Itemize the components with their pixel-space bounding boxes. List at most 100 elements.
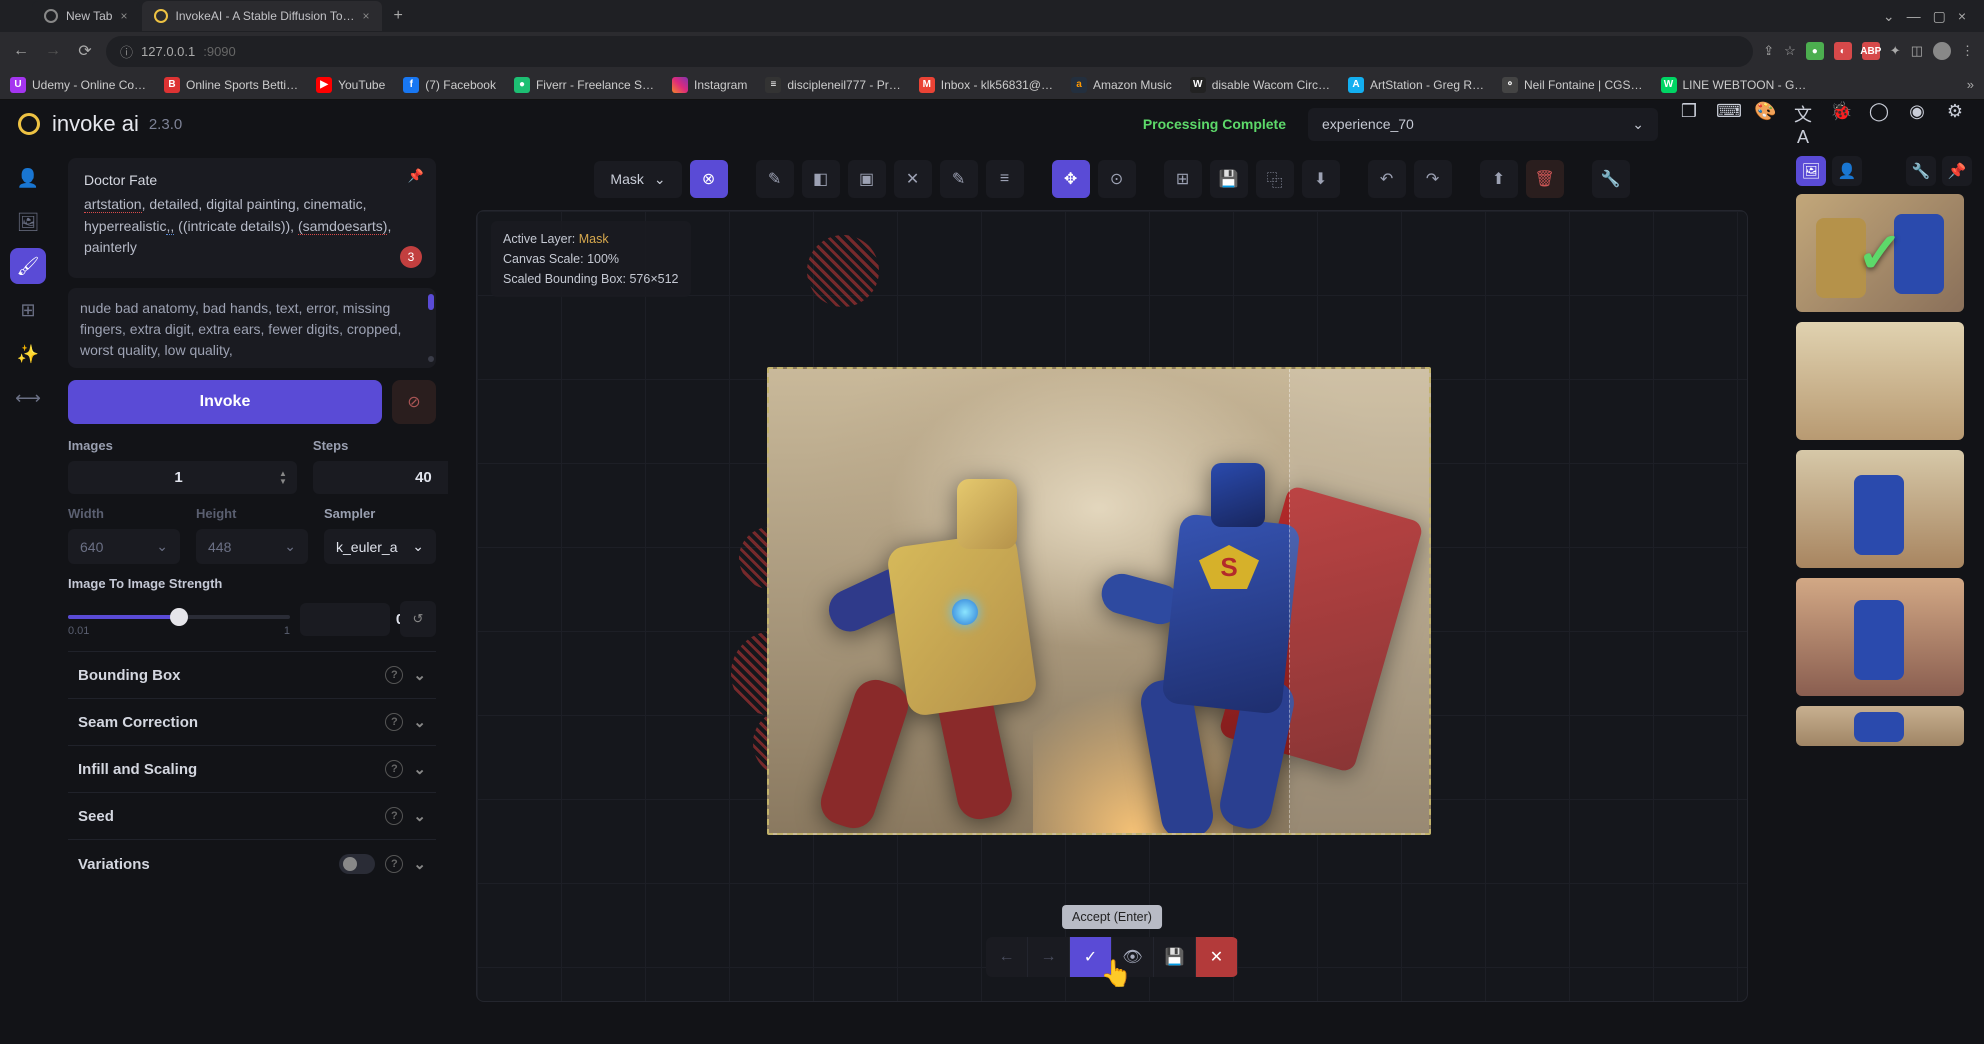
gallery-thumb[interactable] — [1796, 578, 1964, 696]
postprocess-tab[interactable]: ✨ — [10, 336, 46, 372]
options-button[interactable]: ≡ — [986, 160, 1024, 198]
gallery-settings-button[interactable]: 🔧 — [1906, 156, 1936, 186]
bookmark[interactable]: Instagram — [672, 77, 747, 93]
palette-icon[interactable]: 🎨 — [1754, 101, 1776, 148]
model-select[interactable]: experience_70 ⌄ — [1308, 108, 1658, 141]
keyboard-icon[interactable]: ⌨ — [1716, 101, 1738, 148]
extension-icon[interactable]: ● — [1806, 42, 1824, 60]
mask-enable-button[interactable]: ⊗ — [690, 160, 728, 198]
forward-button[interactable]: → — [42, 42, 64, 60]
images-input[interactable]: ▲▼ — [68, 461, 297, 494]
seam-correction-accordion[interactable]: Seam Correction?⌄ — [68, 698, 436, 745]
bounding-box-overlay[interactable] — [1289, 369, 1429, 833]
cancel-button[interactable]: ⊘ — [392, 380, 436, 424]
browser-tab[interactable]: New Tab × — [32, 1, 140, 31]
invoke-button[interactable]: Invoke — [68, 380, 382, 424]
toggle-visibility-button[interactable]: 👁 — [1112, 937, 1154, 977]
gallery-results-tab[interactable]: 🖼 — [1796, 156, 1826, 186]
download-button[interactable]: ⬇ — [1302, 160, 1340, 198]
fill-tool[interactable]: ▣ — [848, 160, 886, 198]
reset-view-button[interactable]: ⊙ — [1098, 160, 1136, 198]
help-icon[interactable]: ? — [385, 760, 403, 778]
gallery-thumb[interactable] — [1796, 706, 1964, 746]
share-icon[interactable]: ⇪ — [1763, 43, 1774, 59]
canvas[interactable]: Active Layer: Mask Canvas Scale: 100% Sc… — [476, 210, 1748, 1002]
scrollbar-thumb[interactable] — [428, 294, 434, 310]
merge-button[interactable]: ⊞ — [1164, 160, 1202, 198]
bookmark[interactable]: AArtStation - Greg R… — [1348, 77, 1484, 93]
bookmark[interactable]: BOnline Sports Betti… — [164, 77, 298, 93]
clear-canvas-button[interactable]: 🗑 — [1526, 160, 1564, 198]
help-icon[interactable]: ? — [385, 855, 403, 873]
clear-tool[interactable]: ✕ — [894, 160, 932, 198]
cube-icon[interactable]: ❒ — [1678, 101, 1700, 148]
bookmark[interactable]: ⚬Neil Fontaine | CGS… — [1502, 77, 1643, 93]
bookmark[interactable]: f(7) Facebook — [403, 77, 496, 93]
gallery-pin-button[interactable]: 📌 — [1942, 156, 1972, 186]
bookmark[interactable]: ▶YouTube — [316, 77, 385, 93]
slider-thumb[interactable] — [170, 608, 188, 626]
i2i-strength-slider[interactable] — [68, 615, 290, 619]
redo-button[interactable]: ↷ — [1414, 160, 1452, 198]
github-icon[interactable]: ◯ — [1868, 101, 1890, 148]
bookmark[interactable]: ≡discipleneil777 - Pr… — [765, 77, 900, 93]
txt2img-tab[interactable]: 👤 — [10, 160, 46, 196]
copy-button[interactable]: ⿻ — [1256, 160, 1294, 198]
variations-accordion[interactable]: Variations?⌄ — [68, 839, 436, 888]
sidepanel-icon[interactable]: ◫ — [1911, 43, 1923, 59]
pin-icon[interactable]: 📌 — [408, 168, 424, 184]
url-input[interactable]: ⓘ 127.0.0.1:9090 — [106, 36, 1753, 67]
reload-button[interactable]: ⟳ — [74, 41, 96, 61]
bug-icon[interactable]: 🐞 — [1830, 101, 1852, 148]
steps-input[interactable]: ▲▼ — [313, 461, 448, 494]
bookmark[interactable]: aAmazon Music — [1071, 77, 1172, 93]
canvas-tab[interactable]: 🖌 — [10, 248, 46, 284]
close-icon[interactable]: × — [120, 9, 127, 23]
infill-scaling-accordion[interactable]: Infill and Scaling?⌄ — [68, 745, 436, 792]
upload-button[interactable]: ⬆ — [1480, 160, 1518, 198]
close-icon[interactable]: × — [363, 9, 370, 23]
maximize-icon[interactable]: ▢ — [1933, 8, 1946, 25]
gallery-user-tab[interactable]: 👤 — [1832, 156, 1862, 186]
save-button[interactable]: 💾 — [1210, 160, 1248, 198]
spinner-icon[interactable]: ▲▼ — [279, 470, 287, 486]
new-tab-button[interactable]: + — [384, 7, 413, 25]
language-icon[interactable]: 文A — [1792, 101, 1814, 148]
help-icon[interactable]: ? — [385, 807, 403, 825]
bookmark[interactable]: ●Fiverr - Freelance S… — [514, 77, 654, 93]
close-window-icon[interactable]: × — [1958, 8, 1966, 25]
bounding-box-accordion[interactable]: Bounding Box?⌄ — [68, 651, 436, 698]
back-button[interactable]: ← — [10, 42, 32, 60]
gallery-thumb[interactable]: ✓ — [1796, 194, 1964, 312]
img2img-tab[interactable]: 🖼 — [10, 204, 46, 240]
menu-icon[interactable]: ⋮ — [1961, 43, 1974, 59]
canvas-settings-button[interactable]: 🔧 — [1592, 160, 1630, 198]
move-tool[interactable]: ✥ — [1052, 160, 1090, 198]
seed-accordion[interactable]: Seed?⌄ — [68, 792, 436, 839]
layer-select[interactable]: Mask⌄ — [594, 161, 681, 198]
extensions-icon[interactable]: ✦ — [1890, 43, 1901, 59]
prev-button[interactable]: ← — [986, 937, 1028, 977]
gallery-thumb[interactable] — [1796, 322, 1964, 440]
generated-image[interactable]: S — [767, 367, 1431, 835]
discard-button[interactable]: ✕ — [1196, 937, 1238, 977]
variations-toggle[interactable] — [339, 854, 375, 874]
help-icon[interactable]: ? — [385, 713, 403, 731]
eraser-tool[interactable]: ◧ — [802, 160, 840, 198]
minimize-icon[interactable]: — — [1907, 8, 1921, 25]
undo-button[interactable]: ↶ — [1368, 160, 1406, 198]
star-icon[interactable]: ☆ — [1784, 43, 1796, 59]
bookmark[interactable]: UUdemy - Online Co… — [10, 77, 146, 93]
bookmark[interactable]: MInbox - klk56831@… — [919, 77, 1053, 93]
nodes-tab[interactable]: ⊞ — [10, 292, 46, 328]
next-button[interactable]: → — [1028, 937, 1070, 977]
reset-button[interactable]: ↺ — [400, 601, 436, 637]
discord-icon[interactable]: ◉ — [1906, 101, 1928, 148]
chevron-down-icon[interactable]: ⌄ — [1883, 8, 1895, 25]
width-select[interactable]: 640⌄ — [68, 529, 180, 564]
save-staging-button[interactable]: 💾 — [1154, 937, 1196, 977]
bookmark[interactable]: Wdisable Wacom Circ… — [1190, 77, 1330, 93]
negative-prompt-input[interactable]: nude bad anatomy, bad hands, text, error… — [68, 288, 436, 368]
extension-adblock-icon[interactable]: ABP — [1862, 42, 1880, 60]
sampler-select[interactable]: k_euler_a⌄ — [324, 529, 436, 564]
